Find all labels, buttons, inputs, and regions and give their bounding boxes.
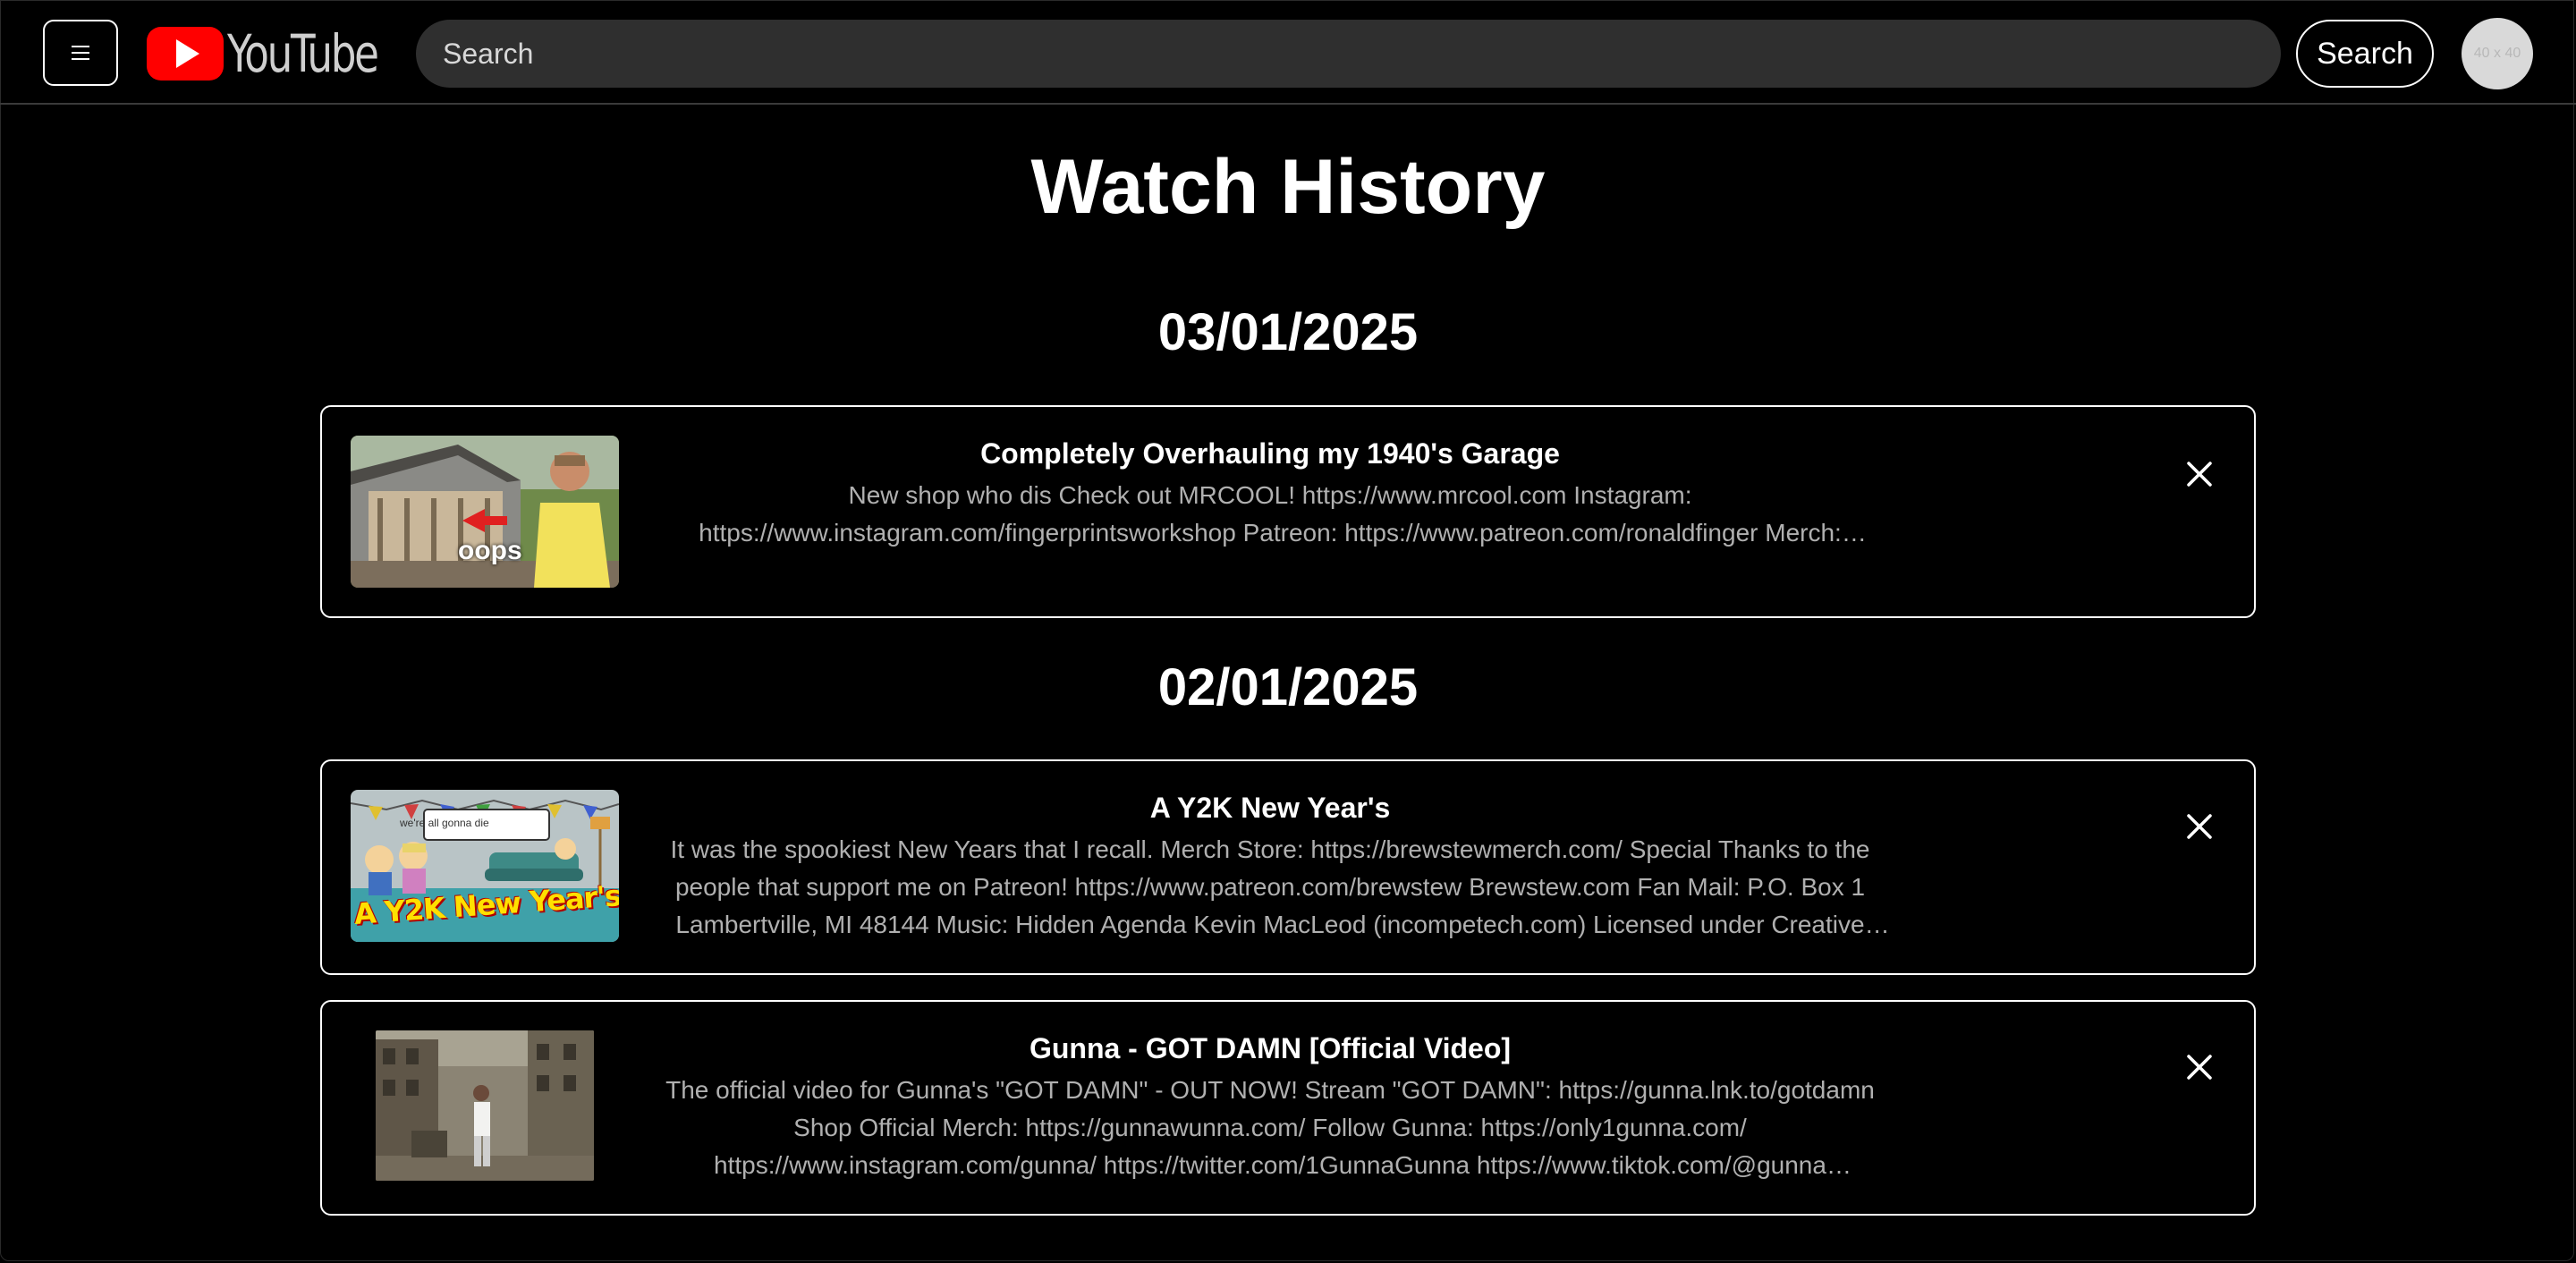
video-description: New shop who dis Check out MRCOOL! https… xyxy=(699,481,1842,547)
avatar[interactable]: 40 x 40 xyxy=(2462,18,2533,89)
video-thumbnail[interactable]: oops xyxy=(351,436,619,588)
youtube-logo[interactable]: YouTube xyxy=(147,23,419,84)
video-title[interactable]: Completely Overhauling my 1940's Garage xyxy=(635,437,1905,470)
search-button[interactable]: Search xyxy=(2296,20,2434,88)
history-item[interactable]: oops Completely Overhauling my 1940's Ga… xyxy=(320,405,2256,618)
logo-text: YouTube xyxy=(227,23,379,84)
video-title[interactable]: A Y2K New Year's xyxy=(635,792,1905,825)
search-input[interactable] xyxy=(416,20,2281,88)
date-heading: 02/01/2025 xyxy=(1157,658,1419,716)
remove-button[interactable] xyxy=(2179,453,2220,495)
menu-button[interactable] xyxy=(43,20,118,86)
history-item[interactable]: Gunna - GOT DAMN [Official Video] The of… xyxy=(320,1000,2256,1216)
history-item[interactable]: we're all gonna die A Y2K New Year's A Y… xyxy=(320,759,2256,975)
date-heading: 03/01/2025 xyxy=(1157,303,1419,361)
video-thumbnail[interactable] xyxy=(376,1030,594,1181)
page-title: Watch History xyxy=(1030,144,1546,230)
play-icon xyxy=(147,27,224,81)
remove-button[interactable] xyxy=(2179,1047,2220,1088)
video-description: It was the spookiest New Years that I re… xyxy=(670,835,1870,938)
video-thumbnail[interactable]: we're all gonna die A Y2K New Year's xyxy=(351,790,619,942)
close-icon xyxy=(2187,462,2212,487)
remove-button[interactable] xyxy=(2179,806,2220,847)
avatar-placeholder-text: 40 x 40 xyxy=(2473,46,2521,61)
top-bar: YouTube Search 40 x 40 xyxy=(0,0,2576,105)
thumbnail-sign-text: we're all gonna die xyxy=(400,817,489,829)
music-video-thumbnail-image xyxy=(376,1030,594,1181)
close-icon xyxy=(2187,814,2212,839)
video-title[interactable]: Gunna - GOT DAMN [Official Video] xyxy=(635,1032,1905,1065)
video-description: The official video for Gunna's "GOT DAMN… xyxy=(665,1076,1875,1179)
close-icon xyxy=(2187,1055,2212,1080)
hamburger-menu-icon xyxy=(72,46,89,60)
thumbnail-caption: oops xyxy=(458,536,522,565)
